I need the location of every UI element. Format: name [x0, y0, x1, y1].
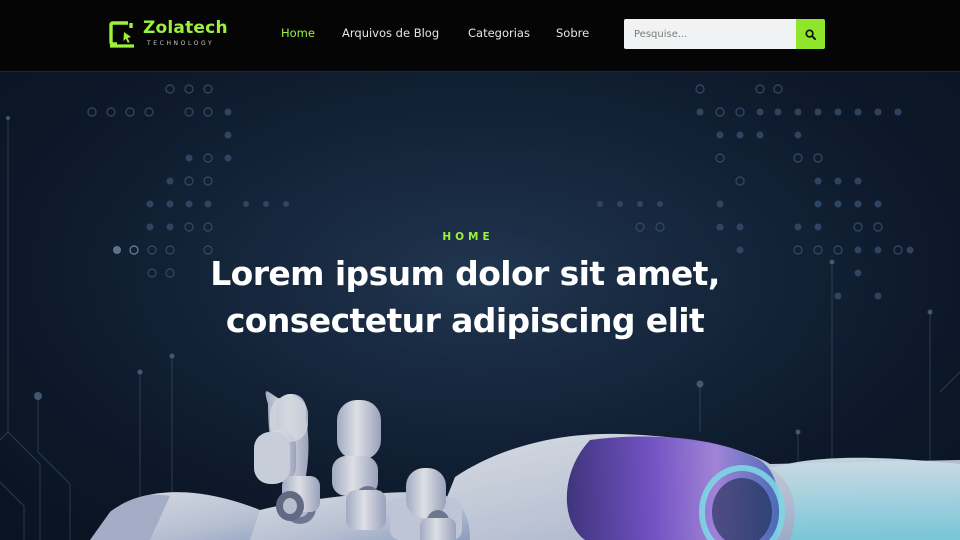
- hero-title-line-2: consectetur adipiscing elit: [225, 301, 705, 340]
- hero-title: Lorem ipsum dolor sit amet, consectetur …: [150, 250, 780, 344]
- nav-item-categories[interactable]: Categorias: [468, 26, 530, 40]
- hero-title-line-1: Lorem ipsum dolor sit amet,: [210, 254, 720, 293]
- top-navbar: Zolatech TECHNOLOGY Home Arquivos de Blo…: [0, 0, 960, 72]
- nav-item-blog-archive[interactable]: Arquivos de Blog: [342, 26, 439, 40]
- brand-name: Zolatech: [143, 18, 228, 38]
- hero-section: HOME Lorem ipsum dolor sit amet, consect…: [0, 72, 960, 540]
- brand-logo[interactable]: Zolatech TECHNOLOGY: [109, 18, 239, 53]
- search-button[interactable]: [796, 19, 825, 49]
- laptop-cursor-icon: [109, 21, 134, 48]
- search-input[interactable]: [624, 19, 796, 49]
- brand-tagline: TECHNOLOGY: [147, 40, 215, 47]
- nav-item-home[interactable]: Home: [281, 26, 315, 40]
- hero-eyebrow: HOME: [442, 231, 494, 243]
- search-icon: [805, 28, 816, 40]
- nav-item-about[interactable]: Sobre: [556, 26, 589, 40]
